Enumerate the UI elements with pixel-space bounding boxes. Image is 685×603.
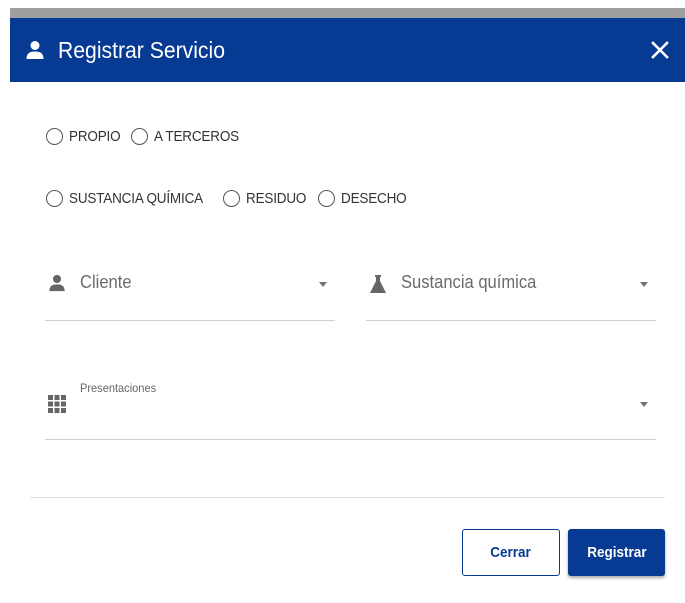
presentaciones-label: Presentaciones [80, 381, 157, 395]
radio-propio[interactable]: PROPIO [46, 128, 126, 145]
chevron-down-icon [319, 282, 327, 287]
presentaciones-select[interactable]: Presentaciones [45, 376, 656, 440]
radio-circle[interactable] [317, 190, 335, 207]
cliente-placeholder: Cliente [80, 272, 132, 292]
type-radio-group: SUSTANCIA QUÍMICA RESIDUO DESECHO [46, 190, 419, 207]
grid-icon [48, 395, 66, 413]
radio-circle[interactable] [46, 128, 63, 145]
registrar-button[interactable]: Registrar [568, 529, 665, 576]
radio-residuo[interactable]: RESIDUO [222, 190, 313, 207]
close-icon[interactable] [647, 37, 673, 63]
radio-label: A TERCEROS [154, 128, 240, 145]
dialog-title: Registrar Servicio [58, 37, 225, 63]
radio-desecho[interactable]: DESECHO [317, 190, 414, 207]
radio-label: PROPIO [69, 128, 121, 145]
sustancia-placeholder: Sustancia química [401, 272, 537, 292]
radio-label: SUSTANCIA QUÍMICA [69, 190, 203, 207]
footer-divider [30, 497, 665, 498]
chevron-down-icon [640, 282, 648, 287]
cerrar-button[interactable]: Cerrar [462, 529, 560, 576]
radio-circle[interactable] [131, 128, 149, 145]
radio-circle[interactable] [46, 190, 63, 207]
window-top-strip [10, 8, 685, 18]
chevron-down-icon [640, 402, 648, 407]
register-service-dialog: Registrar Servicio PROPIO A TERCEROS SUS… [10, 18, 685, 603]
registrar-button-label: Registrar [586, 544, 647, 561]
owner-radio-group: PROPIO A TERCEROS [46, 128, 254, 145]
cerrar-button-label: Cerrar [490, 544, 532, 561]
cliente-select[interactable]: Cliente [45, 266, 335, 321]
flask-icon [370, 275, 386, 293]
radio-sustancia-quimica[interactable]: SUSTANCIA QUÍMICA [46, 190, 218, 207]
person-icon [26, 41, 44, 59]
radio-circle[interactable] [222, 190, 240, 207]
sustancia-select[interactable]: Sustancia química [366, 266, 656, 321]
radio-a-terceros[interactable]: A TERCEROS [131, 128, 248, 145]
radio-label: RESIDUO [245, 190, 307, 207]
dialog-header: Registrar Servicio [10, 18, 685, 82]
radio-label: DESECHO [340, 190, 407, 207]
person-icon [49, 274, 65, 292]
